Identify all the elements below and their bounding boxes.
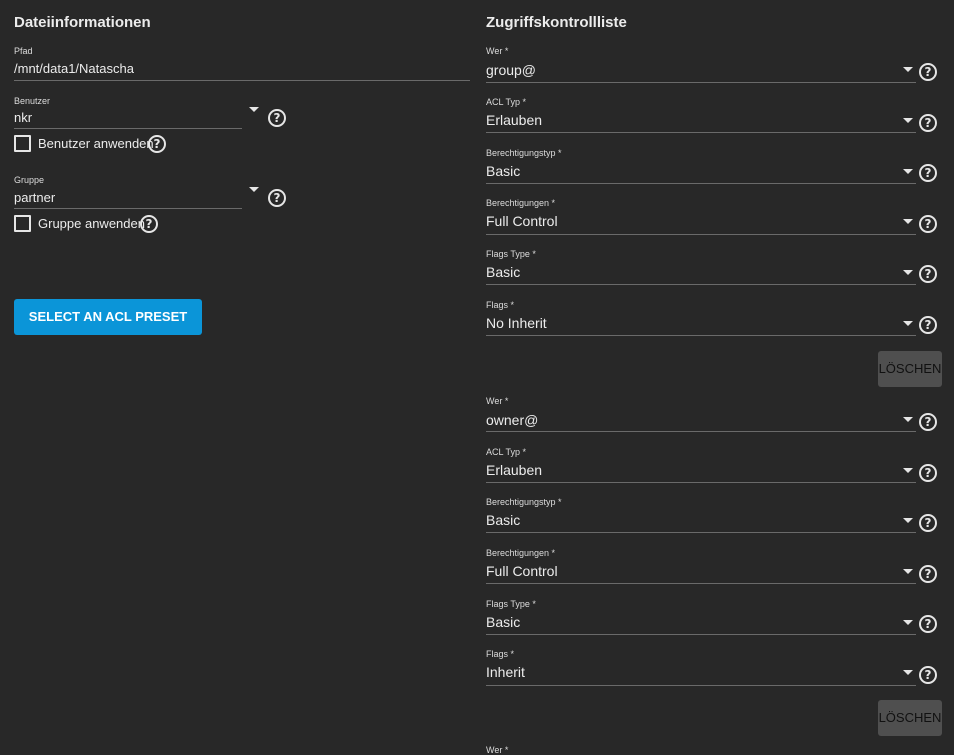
permissions-label: Berechtigungen * (486, 548, 556, 558)
permission-type-label: Berechtigungstyp * (486, 148, 562, 158)
path-input[interactable]: /mnt/data1/Natascha (14, 61, 134, 76)
acl-type-help-icon[interactable]: ? (919, 464, 937, 482)
permission-type-label: Berechtigungstyp * (486, 497, 562, 507)
acl-type-underline (486, 482, 916, 483)
permissions-caret-down-icon[interactable] (903, 219, 913, 224)
who-help-icon[interactable]: ? (919, 413, 937, 431)
flags-type-help-icon[interactable]: ? (919, 265, 937, 283)
acl-type-caret-down-icon[interactable] (903, 468, 913, 473)
acl-type-underline (486, 132, 916, 133)
flags-select[interactable]: No Inherit (486, 315, 547, 331)
permissions-underline (486, 234, 916, 235)
who-caret-down-icon[interactable] (903, 417, 913, 422)
apply-group-help-icon[interactable]: ? (140, 215, 158, 233)
file-info-title: Dateiinformationen (14, 14, 151, 31)
permissions-select[interactable]: Full Control (486, 563, 558, 579)
permissions-label: Berechtigungen * (486, 198, 556, 208)
group-caret-down-icon[interactable] (249, 187, 259, 192)
flags-label: Flags * (486, 300, 515, 310)
apply-user-checkbox[interactable] (14, 135, 31, 152)
flags-caret-down-icon[interactable] (903, 321, 913, 326)
acl-type-select[interactable]: Erlauben (486, 112, 542, 128)
flags-type-help-icon[interactable]: ? (919, 615, 937, 633)
apply-group-label: Gruppe anwenden (38, 216, 145, 231)
flags-help-icon[interactable]: ? (919, 316, 937, 334)
flags-type-select[interactable]: Basic (486, 264, 520, 280)
acl-type-select[interactable]: Erlauben (486, 462, 542, 478)
apply-user-help-icon[interactable]: ? (148, 135, 166, 153)
permission-type-underline (486, 183, 916, 184)
path-underline (14, 80, 470, 81)
who-underline (486, 431, 916, 432)
permission-type-select[interactable]: Basic (486, 512, 520, 528)
flags-select[interactable]: Inherit (486, 664, 525, 680)
who-help-icon[interactable]: ? (919, 63, 937, 81)
who-select[interactable]: group@ (486, 62, 536, 78)
permissions-select[interactable]: Full Control (486, 213, 558, 229)
group-select[interactable]: partner (14, 190, 55, 205)
acl-type-label: ACL Typ * (486, 447, 527, 457)
apply-group-checkbox[interactable] (14, 215, 31, 232)
flags-label: Flags * (486, 649, 515, 659)
permissions-underline (486, 583, 916, 584)
who-underline (486, 82, 916, 83)
file-info-panel: Dateiinformationen Pfad /mnt/data1/Natas… (14, 0, 470, 755)
permission-type-underline (486, 532, 916, 533)
flags-type-underline (486, 634, 916, 635)
flags-help-icon[interactable]: ? (919, 666, 937, 684)
select-acl-preset-button[interactable]: SELECT AN ACL PRESET (14, 299, 202, 335)
delete-ace-button[interactable]: LÖSCHEN (878, 700, 942, 736)
flags-underline (486, 685, 916, 686)
flags-type-underline (486, 284, 916, 285)
permissions-help-icon[interactable]: ? (919, 215, 937, 233)
permission-type-select[interactable]: Basic (486, 163, 520, 179)
apply-user-label: Benutzer anwenden (38, 136, 154, 151)
who-label: Wer * (486, 46, 509, 56)
acl-type-caret-down-icon[interactable] (903, 118, 913, 123)
who-select[interactable]: owner@ (486, 412, 538, 428)
acl-panel: Zugriffskontrollliste Wer * group@ ? ACL… (486, 0, 946, 755)
who-label: Wer * (486, 745, 509, 755)
permission-type-caret-down-icon[interactable] (903, 518, 913, 523)
group-label: Gruppe (14, 175, 45, 185)
user-underline (14, 128, 242, 129)
flags-underline (486, 335, 916, 336)
user-label: Benutzer (14, 96, 51, 106)
user-help-icon[interactable]: ? (268, 109, 286, 127)
path-label: Pfad (14, 46, 33, 56)
permissions-caret-down-icon[interactable] (903, 569, 913, 574)
flags-type-caret-down-icon[interactable] (903, 270, 913, 275)
user-select[interactable]: nkr (14, 110, 32, 125)
acl-type-help-icon[interactable]: ? (919, 114, 937, 132)
permissions-help-icon[interactable]: ? (919, 565, 937, 583)
flags-type-caret-down-icon[interactable] (903, 620, 913, 625)
flags-type-label: Flags Type * (486, 599, 536, 609)
permission-type-help-icon[interactable]: ? (919, 514, 937, 532)
acl-title: Zugriffskontrollliste (486, 14, 627, 31)
flags-type-label: Flags Type * (486, 249, 536, 259)
who-label: Wer * (486, 396, 509, 406)
who-caret-down-icon[interactable] (903, 67, 913, 72)
permission-type-help-icon[interactable]: ? (919, 164, 937, 182)
group-help-icon[interactable]: ? (268, 189, 286, 207)
flags-type-select[interactable]: Basic (486, 614, 520, 630)
acl-type-label: ACL Typ * (486, 97, 527, 107)
permission-type-caret-down-icon[interactable] (903, 169, 913, 174)
delete-ace-button[interactable]: LÖSCHEN (878, 351, 942, 387)
user-caret-down-icon[interactable] (249, 107, 259, 112)
flags-caret-down-icon[interactable] (903, 670, 913, 675)
group-underline (14, 208, 242, 209)
